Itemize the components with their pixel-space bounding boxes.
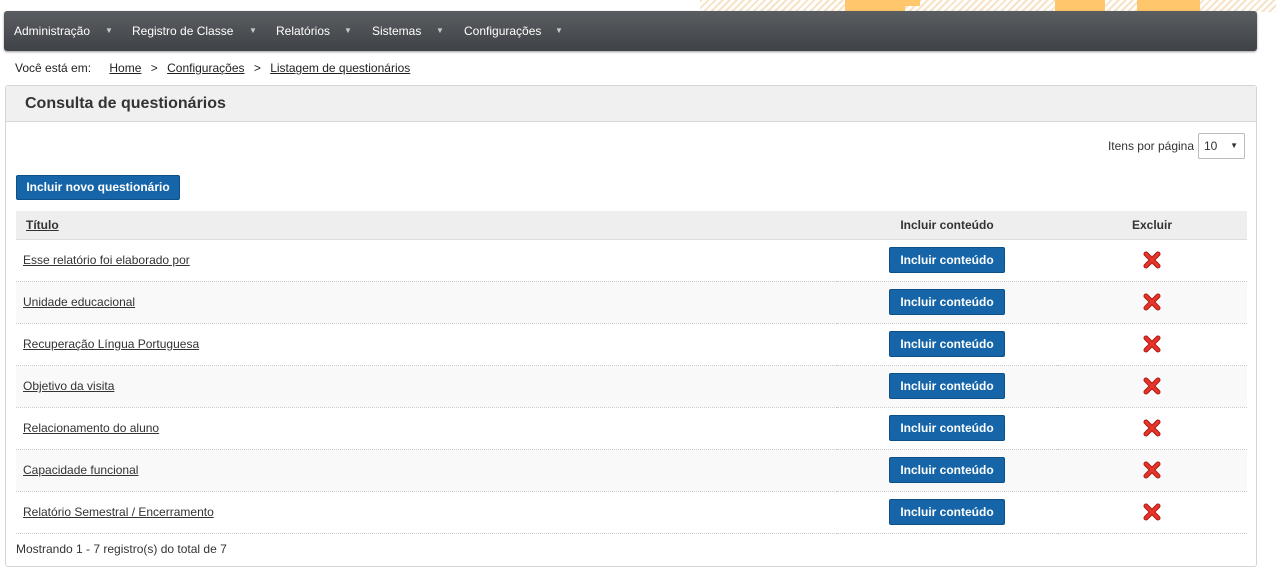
caret-down-icon: ▼ [249, 26, 257, 35]
add-content-button[interactable]: Incluir conteúdo [889, 457, 1005, 483]
questionnaire-panel: Consulta de questionários Itens por pági… [5, 85, 1257, 567]
table-cell-title: Objetivo da visita [16, 365, 837, 408]
table-cell-delete [1057, 365, 1247, 408]
nav-menu-configuracoes[interactable]: Configurações ▼ [464, 11, 563, 51]
delete-icon[interactable] [1143, 251, 1161, 269]
items-per-page-select[interactable]: 10 ▼ [1198, 133, 1245, 159]
questionnaire-title-link[interactable]: Relacionamento do aluno [23, 421, 159, 435]
table-cell-content: Incluir conteúdo [837, 281, 1057, 324]
add-content-button[interactable]: Incluir conteúdo [889, 373, 1005, 399]
breadcrumb-separator: > [253, 61, 261, 75]
table-cell-delete [1057, 491, 1247, 534]
questionnaire-title-link[interactable]: Esse relatório foi elaborado por [23, 253, 190, 267]
table-row: Objetivo da visita Incluir conteúdo [16, 365, 1247, 408]
questionnaire-title-link[interactable]: Objetivo da visita [23, 379, 114, 393]
add-content-button[interactable]: Incluir conteúdo [889, 331, 1005, 357]
delete-icon[interactable] [1143, 377, 1161, 395]
table-cell-content: Incluir conteúdo [837, 365, 1057, 408]
questionnaire-title-link[interactable]: Capacidade funcional [23, 463, 138, 477]
add-content-button[interactable]: Incluir conteúdo [889, 247, 1005, 273]
table-cell-title: Recuperação Língua Portuguesa [16, 323, 837, 366]
add-content-button[interactable]: Incluir conteúdo [889, 499, 1005, 525]
table-cell-delete [1057, 281, 1247, 324]
table-cell-delete [1057, 449, 1247, 492]
breadcrumb: Você está em: Home > Configurações > Lis… [15, 61, 410, 75]
column-header-title[interactable]: Título [16, 211, 837, 240]
breadcrumb-link-home[interactable]: Home [109, 61, 141, 75]
nav-menu-sistemas[interactable]: Sistemas ▼ [372, 11, 444, 51]
table-cell-delete [1057, 323, 1247, 366]
items-per-page-value: 10 [1204, 139, 1218, 153]
table-header-row: Título Incluir conteúdo Excluir [16, 211, 1247, 240]
breadcrumb-link-listagem[interactable]: Listagem de questionários [270, 61, 410, 75]
delete-icon[interactable] [1143, 503, 1161, 521]
main-navbar: Administração ▼ Registro de Classe ▼ Rel… [4, 11, 1257, 51]
header-block [905, 0, 920, 6]
questionnaire-table: Título Incluir conteúdo Excluir Esse rel… [16, 211, 1247, 534]
table-body: Esse relatório foi elaborado por Incluir … [16, 239, 1247, 534]
nav-menu-relatorios[interactable]: Relatórios ▼ [276, 11, 352, 51]
table-row: Esse relatório foi elaborado por Incluir … [16, 239, 1247, 282]
table-cell-content: Incluir conteúdo [837, 323, 1057, 366]
caret-down-icon: ▼ [555, 26, 563, 35]
table-cell-title: Relacionamento do aluno [16, 407, 837, 450]
delete-icon[interactable] [1143, 419, 1161, 437]
delete-icon[interactable] [1143, 293, 1161, 311]
record-count: Mostrando 1 - 7 registro(s) do total de … [16, 542, 227, 556]
nav-menu-administracao[interactable]: Administração ▼ [14, 11, 113, 51]
table-row: Relatório Semestral / Encerramento Inclui… [16, 491, 1247, 534]
breadcrumb-link-configuracoes[interactable]: Configurações [167, 61, 244, 75]
page-title: Consulta de questionários [6, 86, 1256, 122]
table-cell-title: Relatório Semestral / Encerramento [16, 491, 837, 534]
items-per-page: Itens por página 10 ▼ [1108, 133, 1245, 159]
table-cell-content: Incluir conteúdo [837, 407, 1057, 450]
table-cell-title: Esse relatório foi elaborado por [16, 239, 837, 282]
table-row: Unidade educacional Incluir conteúdo [16, 281, 1247, 324]
column-header-delete: Excluir [1057, 211, 1247, 240]
table-cell-content: Incluir conteúdo [837, 491, 1057, 534]
nav-menu-label: Configurações [464, 24, 542, 38]
questionnaire-title-link[interactable]: Unidade educacional [23, 295, 135, 309]
caret-down-icon: ▼ [1230, 141, 1238, 150]
nav-menu-label: Relatórios [276, 24, 331, 38]
add-questionnaire-button[interactable]: Incluir novo questionário [16, 175, 180, 200]
table-cell-delete [1057, 239, 1247, 282]
questionnaire-title-link[interactable]: Recuperação Língua Portuguesa [23, 337, 199, 351]
column-header-content: Incluir conteúdo [837, 211, 1057, 240]
table-row: Relacionamento do aluno Incluir conteúdo [16, 407, 1247, 450]
caret-down-icon: ▼ [436, 26, 444, 35]
breadcrumb-lead: Você está em: [15, 61, 92, 75]
questionnaire-title-link[interactable]: Relatório Semestral / Encerramento [23, 505, 214, 519]
add-content-button[interactable]: Incluir conteúdo [889, 289, 1005, 315]
add-content-button[interactable]: Incluir conteúdo [889, 415, 1005, 441]
table-cell-content: Incluir conteúdo [837, 449, 1057, 492]
nav-menu-registro-de-classe[interactable]: Registro de Classe ▼ [132, 11, 257, 51]
breadcrumb-separator: > [150, 61, 158, 75]
caret-down-icon: ▼ [344, 26, 352, 35]
nav-menu-label: Sistemas [372, 24, 422, 38]
table-cell-title: Capacidade funcional [16, 449, 837, 492]
table-cell-delete [1057, 407, 1247, 450]
delete-icon[interactable] [1143, 461, 1161, 479]
table-row: Recuperação Língua Portuguesa Incluir con… [16, 323, 1247, 366]
items-per-page-label: Itens por página [1107, 139, 1194, 153]
table-cell-title: Unidade educacional [16, 281, 837, 324]
nav-menu-label: Administração [14, 24, 91, 38]
table-row: Capacidade funcional Incluir conteúdo [16, 449, 1247, 492]
delete-icon[interactable] [1143, 335, 1161, 353]
nav-menu-label: Registro de Classe [132, 24, 234, 38]
table-cell-content: Incluir conteúdo [837, 239, 1057, 282]
caret-down-icon: ▼ [105, 26, 113, 35]
